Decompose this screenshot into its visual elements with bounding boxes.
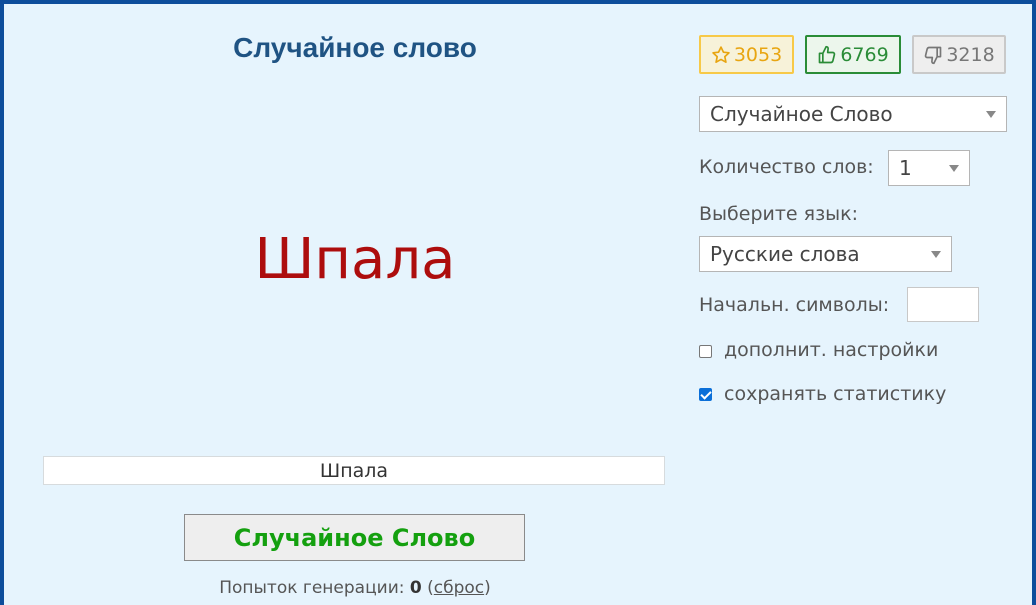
language-label: Выберите язык:	[699, 203, 859, 225]
word-count-value: 1	[899, 156, 912, 180]
caret-down-icon	[931, 251, 941, 258]
language-select[interactable]: Русские слова	[699, 236, 952, 272]
start-chars-input[interactable]	[907, 287, 979, 322]
dislike-count: 3218	[946, 43, 995, 66]
save-stats-checkbox[interactable]	[699, 388, 712, 401]
generated-word: Шпала	[254, 227, 456, 292]
dislike-button[interactable]: 3218	[912, 35, 1006, 74]
reset-paren-open: (	[427, 578, 434, 598]
word-output-field[interactable]	[43, 456, 665, 485]
language-select-value: Русские слова	[710, 242, 860, 266]
mode-select[interactable]: Случайное Слово	[699, 96, 1007, 132]
word-count-label: Количество слов:	[699, 156, 874, 178]
reset-paren-close: )	[484, 578, 491, 598]
attempts-counter: Попыток генерации: 0 (сброс)	[44, 578, 666, 598]
attempts-count: 0	[409, 578, 422, 598]
advanced-settings-checkbox[interactable]	[699, 345, 712, 358]
like-button[interactable]: 6769	[805, 35, 901, 74]
word-count-select[interactable]: 1	[888, 150, 970, 186]
star-outline-icon	[712, 45, 730, 63]
thumbs-up-icon	[818, 45, 836, 63]
page-frame: Случайное слово Шпала Случайное Слово По…	[0, 0, 1036, 605]
favorite-button[interactable]: 3053	[699, 35, 794, 74]
favorite-count: 3053	[733, 43, 783, 66]
start-chars-label: Начальн. символы:	[699, 294, 890, 316]
like-count: 6769	[840, 43, 889, 66]
mode-select-value: Случайное Слово	[710, 102, 893, 126]
save-stats-label: сохранять статистику	[724, 383, 947, 405]
caret-down-icon	[986, 111, 996, 118]
reset-link[interactable]: сброс	[434, 578, 484, 598]
generate-word-button[interactable]: Случайное Слово	[184, 514, 525, 561]
thumbs-down-icon	[925, 46, 942, 64]
caret-down-icon	[949, 165, 959, 172]
attempts-label: Попыток генерации:	[219, 578, 405, 598]
advanced-settings-label: дополнит. настройки	[724, 339, 939, 361]
page-title: Случайное слово	[233, 32, 477, 63]
